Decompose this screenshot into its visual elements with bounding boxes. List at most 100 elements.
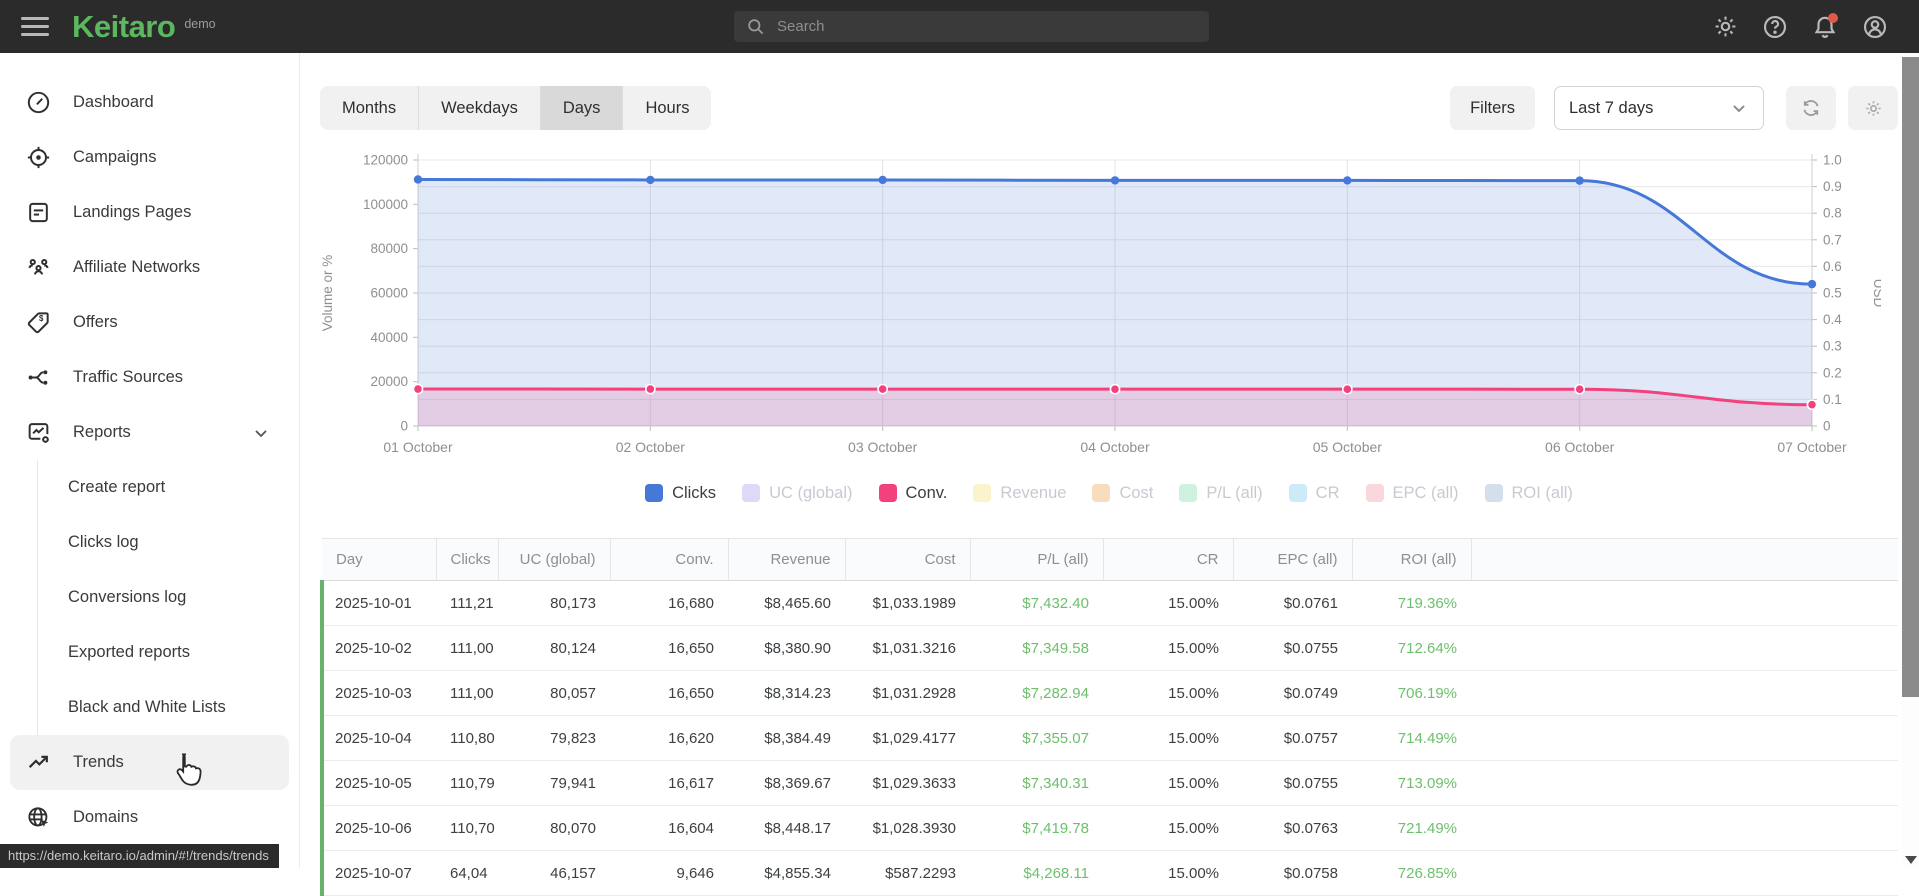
table-row[interactable]: 2025-10-01 111,21 80,173 16,680 $8,465.60 $1,… [320, 580, 1898, 626]
legend-swatch [645, 484, 664, 502]
sidebar-item-trends[interactable]: Trends [10, 735, 289, 790]
sidebar-item-affiliate-networks[interactable]: Affiliate Networks [0, 240, 299, 295]
table-cell: $7,432.40 [970, 580, 1103, 626]
sidebar-item-exported-reports[interactable]: Exported reports [0, 625, 299, 680]
scrollbar-down-arrow-icon[interactable] [1905, 856, 1917, 864]
hamburger-menu-icon[interactable] [12, 7, 58, 47]
column-header-conv-[interactable]: Conv. [610, 538, 729, 581]
table-row[interactable]: 2025-10-03 111,00 80,057 16,650 $8,314.23 $1,… [320, 670, 1898, 716]
sidebar-item-landings-pages[interactable]: Landings Pages [0, 185, 299, 240]
table-cell-spacer [1471, 760, 1898, 806]
column-header-p-l-all-[interactable]: P/L (all) [970, 538, 1104, 581]
sidebar-item-label: Reports [73, 423, 131, 441]
refresh-button[interactable] [1786, 86, 1836, 130]
column-header-cr[interactable]: CR [1103, 538, 1234, 581]
app-logo[interactable]: Keitaro [72, 9, 176, 45]
svg-text:120000: 120000 [363, 153, 408, 168]
legend-item-cost[interactable]: Cost [1092, 484, 1153, 503]
table-row[interactable]: 2025-10-02 111,00 80,124 16,650 $8,380.90 $1,… [320, 625, 1898, 671]
table-cell: 9,646 [610, 850, 728, 896]
table-row[interactable]: 2025-10-06 110,70 80,070 16,604 $8,448.17 $1,… [320, 805, 1898, 851]
sidebar-item-create-report[interactable]: Create report [0, 460, 299, 515]
legend-item-clicks[interactable]: Clicks [645, 484, 716, 503]
table-cell: 15.00% [1103, 850, 1233, 896]
column-header-revenue[interactable]: Revenue [728, 538, 846, 581]
table-cell: 712.64% [1352, 625, 1471, 671]
table-cell: $1,031.2928 [845, 670, 970, 716]
table-row[interactable]: 2025-10-04 110,80 79,823 16,620 $8,384.49 $1,… [320, 715, 1898, 761]
tab-weekdays[interactable]: Weekdays [419, 86, 541, 130]
svg-text:05 October: 05 October [1313, 439, 1383, 455]
table-cell: 79,823 [498, 715, 610, 761]
svg-text:0.8: 0.8 [1823, 206, 1842, 221]
tab-hours[interactable]: Hours [623, 86, 711, 130]
help-icon[interactable] [1757, 9, 1793, 45]
legend-item-roi-all-[interactable]: ROI (all) [1484, 484, 1573, 503]
table-cell: $7,340.31 [970, 760, 1103, 806]
page-scrollbar[interactable] [1902, 53, 1919, 868]
table-header-row: Day Clicks UC (global) Conv. Revenue Cost P/L … [322, 538, 1898, 581]
sidebar-item-campaigns[interactable]: Campaigns [0, 130, 299, 185]
search-bar[interactable] [734, 11, 1209, 42]
table-row[interactable]: 2025-10-05 110,79 79,941 16,617 $8,369.67 $1,… [320, 760, 1898, 806]
sidebar-item-label: Offers [73, 313, 118, 331]
scrollbar-thumb[interactable] [1902, 57, 1919, 697]
sidebar-item-dashboard[interactable]: Dashboard [0, 75, 299, 130]
sidebar-item-offers[interactable]: $ Offers [0, 295, 299, 350]
chevron-down-icon[interactable] [251, 423, 271, 448]
table-cell: 110,79 [436, 760, 498, 806]
table-cell: $8,448.17 [728, 805, 845, 851]
tab-days[interactable]: Days [540, 86, 624, 130]
settings-gear-icon[interactable] [1707, 9, 1743, 45]
legend-item-uc-global-[interactable]: UC (global) [742, 484, 853, 503]
legend-item-cr[interactable]: CR [1288, 483, 1340, 503]
tab-months[interactable]: Months [320, 86, 420, 130]
notifications-bell-icon[interactable] [1807, 9, 1843, 45]
dashboard-icon [25, 90, 51, 115]
column-header-epc-all-[interactable]: EPC (all) [1233, 538, 1353, 581]
legend-item-p-l-all-[interactable]: P/L (all) [1179, 484, 1263, 503]
table-row[interactable]: 2025-10-07 64,04 46,157 9,646 $4,855.34 $587.… [320, 850, 1898, 896]
table-cell: 80,124 [498, 625, 610, 671]
legend-label: Cost [1119, 483, 1154, 502]
table-cell: 16,680 [610, 580, 728, 626]
search-input[interactable] [775, 17, 1209, 36]
sidebar-item-domains[interactable]: Domains [0, 790, 299, 845]
notification-badge [1828, 12, 1838, 23]
table-cell: $0.0761 [1233, 580, 1352, 626]
legend-item-revenue[interactable]: Revenue [973, 484, 1066, 503]
sidebar-item-label: Domains [73, 808, 139, 826]
svg-text:0.4: 0.4 [1823, 312, 1842, 327]
date-range-select[interactable]: Last 7 days [1554, 86, 1764, 130]
sidebar-item-label: Dashboard [73, 93, 154, 111]
column-header-cost[interactable]: Cost [845, 538, 971, 581]
svg-text:$: $ [39, 314, 44, 323]
chart-settings-button[interactable] [1848, 86, 1898, 130]
column-header-roi-all-[interactable]: ROI (all) [1352, 538, 1472, 581]
sidebar-item-clicks-log[interactable]: Clicks log [0, 515, 299, 570]
table-cell: 15.00% [1103, 580, 1233, 626]
column-header-uc-global-[interactable]: UC (global) [498, 538, 611, 581]
svg-text:01 October: 01 October [383, 439, 453, 455]
legend-swatch [973, 484, 992, 502]
column-header-day[interactable]: Day [322, 538, 437, 581]
user-avatar-icon[interactable] [1857, 9, 1893, 45]
sidebar-item-conversions-log[interactable]: Conversions log [0, 570, 299, 625]
table-cell: $0.0763 [1233, 805, 1352, 851]
legend-item-epc-all-[interactable]: EPC (all) [1365, 484, 1459, 503]
table-cell: 706.19% [1352, 670, 1471, 716]
sidebar-item-traffic-sources[interactable]: Traffic Sources [0, 350, 299, 405]
filters-button[interactable]: Filters [1450, 86, 1535, 130]
table-cell: 80,057 [498, 670, 610, 716]
column-header-clicks[interactable]: Clicks [436, 538, 499, 581]
sidebar-item-reports[interactable]: Reports [0, 405, 299, 460]
table-cell: 46,157 [498, 850, 610, 896]
column-header-spacer [1471, 538, 1898, 581]
svg-text:0.9: 0.9 [1823, 179, 1842, 194]
legend-item-conv-[interactable]: Conv. [878, 484, 947, 503]
table-cell: 110,70 [436, 805, 498, 851]
table-cell: 15.00% [1103, 715, 1233, 761]
sidebar-item-black-and-white-lists[interactable]: Black and White Lists [0, 680, 299, 735]
legend-label: CR [1315, 483, 1340, 502]
table-cell: 16,617 [610, 760, 728, 806]
